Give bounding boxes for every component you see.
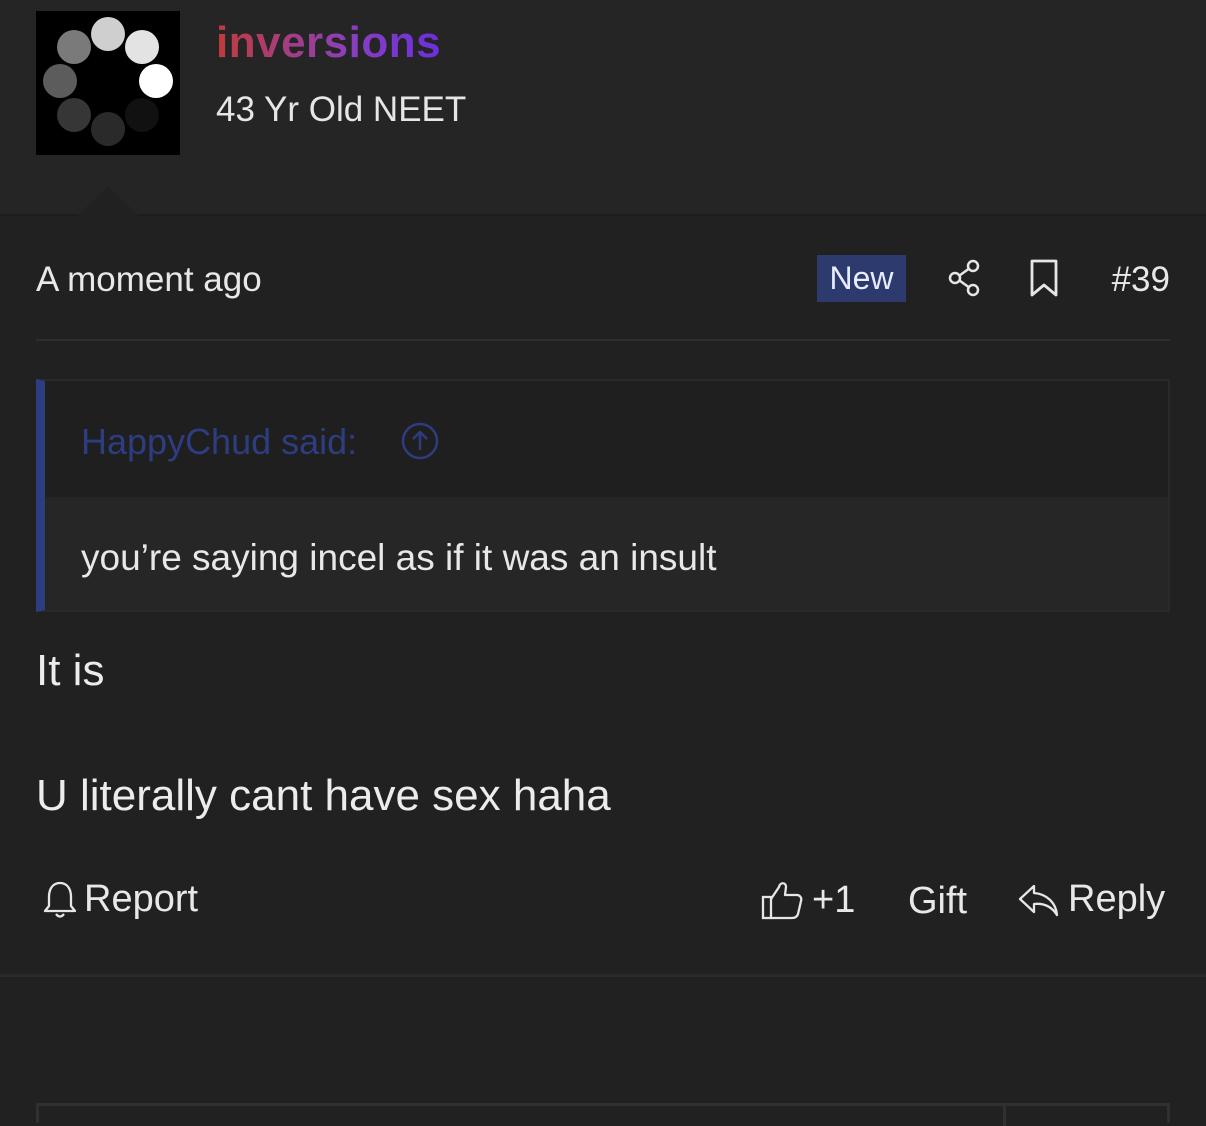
post-body-line: It is [36,646,105,695]
post-body-line: U literally cant have sex haha [36,771,611,820]
report-button[interactable]: Report [42,878,198,921]
avatar[interactable] [36,11,180,155]
next-post-box [36,1103,1170,1126]
quote-header: HappyChud said: [45,381,1168,497]
quote-text: you’re saying incel as if it was an insu… [81,537,717,578]
gift-button[interactable]: Gift [908,880,967,923]
reply-icon [1018,884,1059,916]
username[interactable]: inversions [216,18,441,68]
arrow-up-circle-icon[interactable] [400,421,440,461]
report-label: Report [84,878,199,920]
reply-label: Reply [1068,878,1166,920]
meta-divider [36,339,1170,341]
reply-button[interactable]: Reply [1016,878,1165,921]
post-number[interactable]: #39 [1112,260,1170,300]
post-meta: A moment ago New #39 [36,250,1170,308]
bookmark-icon[interactable] [1028,258,1060,298]
user-title: 43 Yr Old NEET [216,90,467,129]
post-time[interactable]: A moment ago [36,260,262,300]
next-post-divider [1003,1106,1006,1126]
like-button[interactable]: +1 [760,878,855,922]
quote-author[interactable]: HappyChud said: [81,421,357,463]
loading-spinner-icon [43,17,173,146]
like-count: +1 [812,878,856,921]
header-pointer [76,186,140,217]
share-icon[interactable] [946,258,982,298]
post-separator [0,974,1206,977]
quote-block: HappyChud said: you’re saying incel as i… [36,379,1170,612]
post-header: inversions 43 Yr Old NEET [0,0,1206,217]
thumbs-up-icon [761,882,803,920]
post-actions: Report +1 Gift Reply [36,878,1170,930]
new-badge: New [817,255,906,302]
bell-icon [43,881,77,918]
